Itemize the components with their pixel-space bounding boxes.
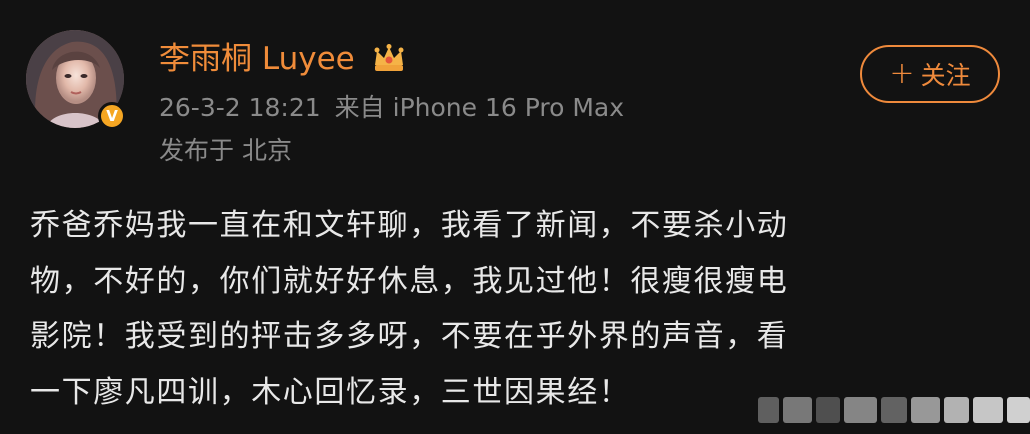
weibo-post-card: V 李雨桐 Luyee 26-3-2 18:21 来自 iPhone 16 Pro… xyxy=(0,0,1030,434)
author-avatar-container[interactable]: V xyxy=(26,30,126,130)
follow-button[interactable]: + 关注 xyxy=(860,45,1000,103)
post-text-line: 乔爸乔妈我一直在和文轩聊，我看了新闻，不要杀小动 xyxy=(30,208,789,243)
plus-icon: + xyxy=(889,56,915,91)
post-meta: 26-3-2 18:21 来自 iPhone 16 Pro Max xyxy=(159,91,624,125)
post-location: 发布于 北京 xyxy=(159,136,292,165)
follow-button-label: 关注 xyxy=(920,61,971,90)
post-time[interactable]: 26-3-2 18:21 xyxy=(159,93,321,122)
v-badge-icon: V xyxy=(98,102,126,130)
crown-icon[interactable] xyxy=(372,43,406,73)
post-text-line: 物，不好的，你们就好好休息，我见过他！很瘦很瘦电 xyxy=(30,263,789,299)
blurred-watermark xyxy=(758,392,1030,428)
post-source: 来自 iPhone 16 Pro Max xyxy=(334,93,625,122)
post-text-line: 影院！我受到的抨击多多呀，不要在乎外界的声音，看 xyxy=(30,319,789,354)
post-text: 乔爸乔妈我一直在和文轩聊，我看了新闻，不要杀小动 物，不好的，你们就好好休息，我… xyxy=(30,198,1002,420)
author-name[interactable]: 李雨桐 Luyee xyxy=(159,39,355,79)
